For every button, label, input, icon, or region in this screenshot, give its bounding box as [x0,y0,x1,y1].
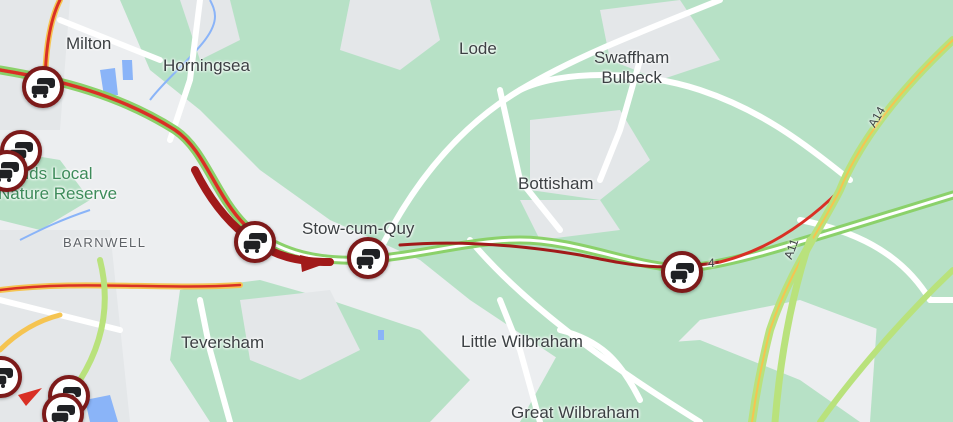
place-teversham: Teversham [181,333,265,352]
place-little-wilbraham: Little Wilbraham [461,332,583,351]
traffic-jam-marker[interactable] [347,237,389,279]
place-barnwell: BARNWELL [63,235,147,250]
traffic-jam-marker[interactable] [234,221,276,263]
traffic-jam-marker[interactable] [22,66,64,108]
traffic-jam-icon [50,405,75,422]
place-horningsea: Horningsea [163,56,250,75]
map-base [0,0,953,422]
traffic-jam-icon [242,233,267,253]
map-canvas[interactable]: Milton Horningsea Lode Swaffham Bulbeck … [0,0,953,422]
road-label-a14-partial: 4 [708,256,715,270]
place-great-wilbraham: Great Wilbraham [511,403,640,422]
place-lode: Lode [459,39,497,58]
place-milton: Milton [66,34,112,53]
place-stow-cum-quy: Stow-cum-Quy [302,219,415,238]
place-swaffham-bulbeck: Swaffham Bulbeck [594,48,670,88]
traffic-jam-icon [30,78,55,98]
traffic-jam-icon [669,263,694,283]
traffic-jam-icon [0,162,19,182]
place-bottisham: Bottisham [518,174,594,193]
traffic-jam-icon [0,368,13,388]
traffic-jam-marker[interactable] [661,251,703,293]
traffic-jam-icon [355,249,380,269]
